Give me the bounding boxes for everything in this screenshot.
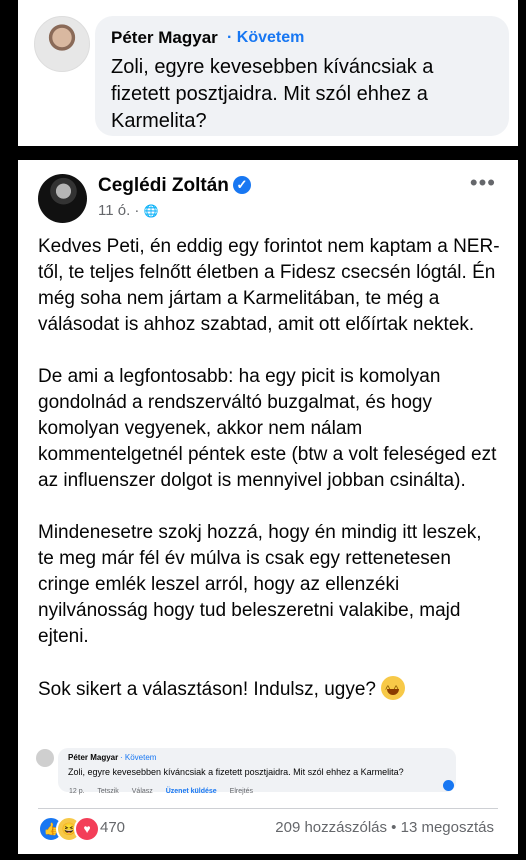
post-paragraph: Sok sikert a választáson! Indulsz, ugye? — [38, 679, 376, 700]
divider — [38, 808, 498, 809]
comment-count[interactable]: 209 hozzászólás — [275, 819, 387, 836]
like-icon — [443, 780, 454, 791]
post-body: Kedves Peti, én eddig egy forintot nem k… — [38, 234, 500, 703]
post-meta: 11 ó. · 🌐 — [98, 202, 159, 219]
globe-icon: 🌐 — [143, 204, 159, 218]
stats-separator: • — [387, 819, 401, 836]
laughing-emoji-icon — [381, 676, 406, 703]
hide-action: Elrejtés — [229, 788, 253, 795]
avatar — [36, 749, 54, 767]
embedded-comment-time: 12 p. — [69, 788, 85, 795]
embedded-follow-link: · Követem — [120, 753, 157, 762]
comment-author[interactable]: Péter Magyar — [111, 28, 218, 48]
embedded-comment: Péter Magyar · Követem Zoli, egyre keves… — [58, 748, 456, 792]
share-count[interactable]: 13 megosztás — [401, 819, 494, 836]
post-paragraph: Kedves Peti, én eddig egy forintot nem k… — [38, 236, 500, 335]
like-action: Tetszik — [97, 788, 119, 795]
embedded-comment-actions: 12 p. Tetszik Válasz Üzenet küldése Elre… — [69, 788, 264, 795]
post-paragraph: Mindenesetre szokj hozzá, hogy én mindig… — [38, 522, 482, 647]
avatar[interactable] — [38, 174, 87, 223]
follow-link[interactable]: · Követem — [227, 29, 304, 47]
reaction-count[interactable]: 470 — [100, 819, 125, 836]
post-stats: 209 hozzászólás • 13 megosztás — [275, 819, 494, 836]
post-time[interactable]: 11 ó. · — [98, 202, 144, 219]
reply-action: Válasz — [131, 788, 153, 795]
post-author[interactable]: Ceglédi Zoltán — [98, 175, 229, 197]
top-comment: Péter Magyar · Követem Zoli, egyre keves… — [18, 0, 518, 146]
more-options-icon[interactable]: ••• — [470, 170, 496, 196]
comment-text: Zoli, egyre kevesebben kíváncsiak a fize… — [111, 56, 434, 132]
love-reaction-icon: ♥ — [74, 816, 100, 842]
embedded-comment-text: Zoli, egyre kevesebben kíváncsiak a fize… — [68, 767, 404, 777]
send-message-action: Üzenet küldése — [165, 788, 217, 795]
post-paragraph: De ami a legfontosabb: ha egy picit is k… — [38, 366, 497, 491]
post-card: Ceglédi Zoltán ✓ 11 ó. · 🌐 ••• Kedves Pe… — [18, 160, 518, 854]
embedded-comment-author: Péter Magyar — [68, 753, 119, 762]
avatar[interactable] — [34, 16, 90, 72]
comment-bubble: Péter Magyar · Követem Zoli, egyre keves… — [95, 16, 509, 136]
verified-icon: ✓ — [233, 176, 251, 194]
